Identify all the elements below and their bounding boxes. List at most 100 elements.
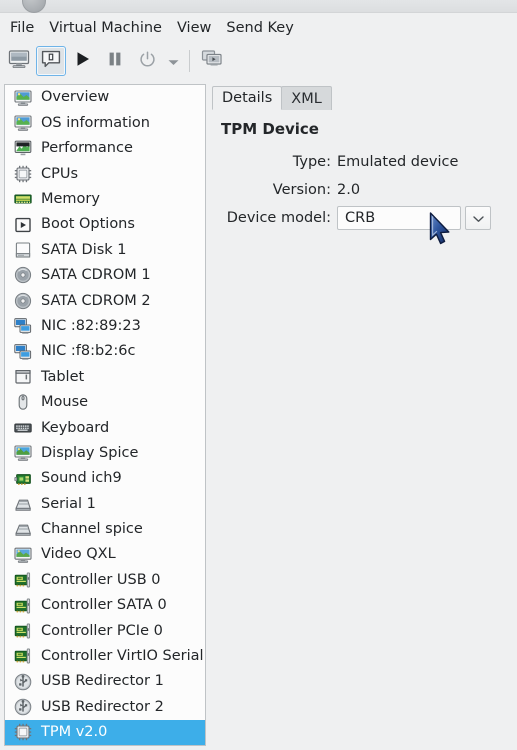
sidebar-item-label: Channel spice [41,521,143,538]
device-model-label: Device model: [226,209,331,226]
controller-card-icon [13,647,32,666]
menu-file[interactable]: File [3,17,41,39]
sidebar-item-label: Controller SATA 0 [41,597,167,614]
sidebar-item-label: SATA CDROM 2 [41,292,151,309]
version-label: Version: [272,181,331,198]
run-button[interactable] [68,46,98,76]
sidebar-item-usb-redirector-2[interactable]: USB Redirector 2 [5,694,205,719]
sidebar-item-sata-cdrom-2[interactable]: SATA CDROM 2 [5,288,205,313]
sidebar-item-keyboard[interactable]: Keyboard [5,415,205,440]
sidebar-item-display-spice[interactable]: Display Spice [5,440,205,465]
sidebar-item-sound-ich9[interactable]: Sound ich9 [5,466,205,491]
sidebar-item-cpus[interactable]: CPUs [5,161,205,186]
details-tabstrip: Details XML [212,86,332,110]
details-body: TPM Device Type: Emulated device Version… [210,110,517,750]
menu-virtual-machine[interactable]: Virtual Machine [42,17,169,39]
device-model-value[interactable]: CRB [337,205,461,230]
controller-card-icon [13,621,32,640]
play-icon [74,50,92,72]
toolbar-separator [189,50,190,72]
memory-icon [13,190,32,209]
show-console-button[interactable] [4,46,34,76]
sidebar-item-label: TPM v2.0 [41,724,108,741]
tablet-icon [13,367,32,386]
sidebar-item-label: Tablet [41,368,85,385]
version-value: 2.0 [337,181,361,198]
sidebar-item-label: CPUs [41,165,79,182]
shutdown-button[interactable] [132,46,162,76]
cpu-icon [13,164,32,183]
menu-view[interactable]: View [170,17,218,39]
sidebar-item-tablet[interactable]: Tablet [5,364,205,389]
tab-xml[interactable]: XML [281,86,332,110]
network-icon [13,317,32,336]
boot-options-icon [13,215,32,234]
type-value: Emulated device [337,153,459,170]
sidebar-item-performance[interactable]: Performance [5,136,205,161]
shutdown-menu-button[interactable] [164,46,182,76]
snapshots-button[interactable] [197,46,227,76]
network-icon [13,342,32,361]
sidebar-item-nic-82-89-23[interactable]: NIC :82:89:23 [5,314,205,339]
show-details-button[interactable] [36,46,66,76]
sidebar-item-label: Memory [41,191,100,207]
sidebar-item-tpm-v2-0[interactable]: TPM v2.0 [5,719,205,745]
sidebar-item-label: OS information [41,114,150,131]
sidebar-item-label: NIC :82:89:23 [41,317,141,334]
sidebar-item-boot-options[interactable]: Boot Options [5,212,205,237]
window-menu-button[interactable] [22,0,46,13]
usb-icon [13,672,32,691]
cdrom-icon [13,266,32,285]
keyboard-icon [13,418,32,437]
sidebar-item-serial-1[interactable]: Serial 1 [5,491,205,516]
sidebar-item-label: Controller PCIe 0 [41,622,163,639]
sidebar-item-label: Overview [41,89,110,106]
chevron-down-icon [167,52,180,71]
sidebar-item-controller-usb-0[interactable]: Controller USB 0 [5,567,205,592]
sidebar-item-label: Sound ich9 [41,470,122,487]
field-row-type: Type: Emulated device [210,148,517,175]
video-icon [13,545,32,564]
os-info-icon [13,114,32,133]
toolbar [0,42,517,80]
display-icon [13,444,32,463]
pause-button[interactable] [100,46,130,76]
sidebar-item-overview[interactable]: Overview [5,85,205,110]
sidebar-item-nic-f8-b2-6c[interactable]: NIC :f8:b2:6c [5,339,205,364]
sidebar-item-channel-spice[interactable]: Channel spice [5,517,205,542]
sidebar-item-controller-pcie-0[interactable]: Controller PCIe 0 [5,618,205,643]
sidebar-item-label: USB Redirector 1 [41,673,164,690]
sound-card-icon [13,469,32,488]
device-model-dropdown-button[interactable] [465,205,491,230]
sidebar-item-label: Performance [41,140,133,157]
type-label: Type: [292,153,331,170]
snapshots-icon [201,49,223,73]
pause-icon [106,50,124,72]
sidebar-item-memory[interactable]: Memory [5,187,205,212]
sidebar-item-video-qxl[interactable]: Video QXL [5,542,205,567]
sidebar-item-controller-sata-0[interactable]: Controller SATA 0 [5,593,205,618]
hardware-list[interactable]: Overview OS information Performance CPUs Mem… [4,84,206,746]
controller-card-icon [13,596,32,615]
sidebar-item-sata-disk-1[interactable]: SATA Disk 1 [5,237,205,262]
window-titlebar [0,0,517,13]
sidebar-item-label: Video QXL [41,546,116,563]
device-model-combobox[interactable]: CRB [337,205,491,230]
mouse-icon [13,393,32,412]
sidebar-item-sata-cdrom-1[interactable]: SATA CDROM 1 [5,263,205,288]
sidebar-item-usb-redirector-1[interactable]: USB Redirector 1 [5,669,205,694]
page-title: TPM Device [221,120,319,138]
menu-send-key[interactable]: Send Key [219,17,300,39]
tab-details[interactable]: Details [212,86,283,110]
sidebar-item-controller-virtio-serial-0[interactable]: Controller VirtIO Serial 0 [5,644,205,669]
sidebar-item-label: Boot Options [41,216,135,233]
disk-icon [13,241,32,260]
sidebar-item-os-information[interactable]: OS information [5,110,205,135]
virt-manager-window: File Virtual Machine View Send Key Overv… [0,0,517,750]
sidebar-item-label: Controller USB 0 [41,571,161,588]
sidebar-item-mouse[interactable]: Mouse [5,390,205,415]
overview-icon [13,88,32,107]
chevron-down-icon [472,208,485,227]
serial-icon [13,520,32,539]
field-row-device-model: Device model: CRB [210,204,517,231]
